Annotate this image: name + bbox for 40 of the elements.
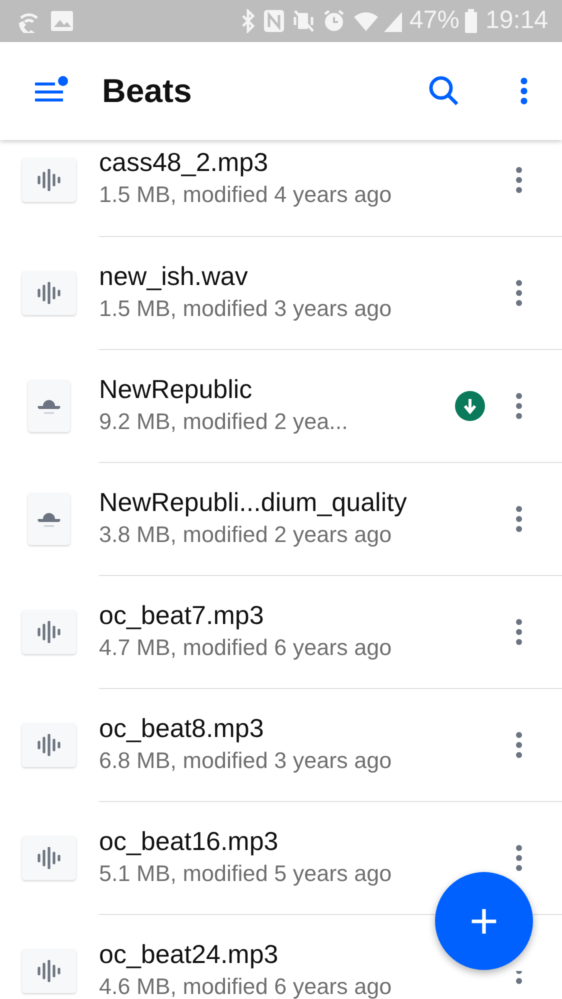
file-name: oc_beat24.mp3 xyxy=(99,938,280,970)
more-button[interactable] xyxy=(515,505,523,533)
more-button[interactable] xyxy=(515,731,523,759)
file-details: 1.5 MB, modified 3 years ago xyxy=(99,294,393,323)
add-button[interactable]: + xyxy=(435,872,533,970)
more-button[interactable] xyxy=(515,971,523,985)
file-name: oc_beat8.mp3 xyxy=(99,712,265,744)
alarm-icon xyxy=(323,9,346,33)
more-button[interactable] xyxy=(515,279,523,307)
file-details: 3.8 MB, modified 2 years ago xyxy=(99,520,393,549)
audio-wave-icon xyxy=(37,168,61,190)
bluetooth-icon xyxy=(241,9,256,33)
audio-wave-icon xyxy=(37,620,61,642)
screen-title: Beats xyxy=(102,71,192,112)
search-button[interactable] xyxy=(428,75,460,107)
file-details: 9.2 MB, modified 2 yea... xyxy=(99,408,349,436)
file-name: NewRepublic xyxy=(99,374,254,405)
file-name: new_ish.wav xyxy=(99,260,249,292)
file-details: 6.8 MB, modified 3 years ago xyxy=(99,746,393,775)
more-button[interactable] xyxy=(515,618,523,646)
file-details: 1.5 MB, modified 4 years ago xyxy=(99,181,393,210)
more-button[interactable] xyxy=(515,392,523,420)
file-details: 4.6 MB, modified 6 years ago xyxy=(99,972,393,999)
battery-icon xyxy=(465,9,478,33)
file-name: oc_beat7.mp3 xyxy=(99,600,265,631)
more-button[interactable] xyxy=(515,166,523,194)
audio-wave-icon xyxy=(37,282,61,304)
more-options-button[interactable] xyxy=(520,77,528,105)
file-name: NewRepubli...dium_quality xyxy=(99,486,408,518)
file-name: cass48_2.mp3 xyxy=(99,147,270,178)
vibrate-mute-icon xyxy=(293,9,316,33)
nfc-icon xyxy=(263,9,286,33)
more-button[interactable] xyxy=(515,844,523,872)
audio-wave-icon xyxy=(37,960,61,982)
image-icon xyxy=(50,10,74,32)
file-name: oc_beat16.mp3 xyxy=(99,826,280,857)
file-details: 5.1 MB, modified 5 years ago xyxy=(99,860,393,888)
audio-wave-icon xyxy=(37,846,61,868)
audio-wave-icon xyxy=(37,734,61,756)
file-details: 4.7 MB, modified 6 years ago xyxy=(99,634,393,662)
